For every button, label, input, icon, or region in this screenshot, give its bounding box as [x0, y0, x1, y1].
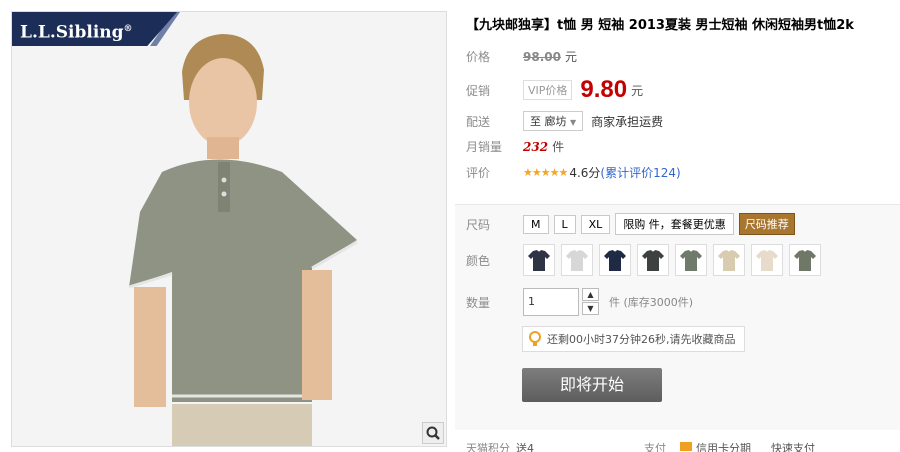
tshirt-icon — [604, 250, 626, 271]
size-option[interactable]: L — [553, 214, 576, 234]
price-row: 价格 98.00 元 — [466, 48, 577, 65]
size-option[interactable]: M — [523, 214, 549, 234]
lightbulb-icon — [529, 331, 541, 346]
tshirt-icon — [528, 250, 550, 271]
increment-icon[interactable]: ▲ — [582, 288, 599, 301]
buy-button[interactable]: 即将开始 — [522, 368, 662, 402]
quick-pay[interactable]: 快速支付 — [771, 440, 815, 452]
purchase-limit-note: 限购 件，套餐更优惠 — [615, 213, 734, 235]
color-swatch[interactable] — [637, 244, 669, 276]
tshirt-icon — [794, 250, 816, 271]
vip-price-tag: VIP价格 — [523, 80, 573, 100]
color-label: 颜色 — [466, 253, 491, 268]
shipping-row: 配送 至 廊坊 ▼ 商家承担运费 — [466, 111, 663, 131]
color-swatch-list — [523, 244, 827, 276]
size-chart-button[interactable]: 尺码推荐 — [738, 213, 795, 235]
pay-label: 支付 — [644, 442, 666, 452]
countdown-text: 还剩00小时37分钟26秒,请先收藏商品 — [547, 333, 736, 346]
size-row: 尺码 M L XL 限购 件，套餐更优惠 尺码推荐 — [466, 213, 795, 235]
stock-text: 件 (库存3000件) — [609, 296, 694, 309]
size-label: 尺码 — [466, 217, 491, 232]
color-swatch[interactable] — [751, 244, 783, 276]
promo-row: 促销 VIP价格 9.80 元 — [466, 76, 643, 104]
size-option[interactable]: XL — [580, 214, 611, 234]
price-label: 价格 — [466, 50, 491, 64]
sales-unit: 件 — [552, 140, 565, 154]
destination-select[interactable]: 至 廊坊 ▼ — [523, 111, 584, 131]
chevron-down-icon: ▼ — [570, 118, 577, 127]
sales-label: 月销量 — [466, 140, 503, 154]
shipping-label: 配送 — [466, 114, 491, 129]
countdown-row: 还剩00小时37分钟26秒,请先收藏商品 — [522, 326, 745, 352]
rating-stars: ★★★★★ — [523, 166, 568, 179]
quantity-label: 数量 — [466, 295, 491, 310]
promo-price: 9.80 — [580, 76, 628, 103]
promo-unit: 元 — [631, 83, 644, 98]
rating-score: 4.6分 — [569, 166, 601, 180]
points-value: 送4 — [516, 442, 534, 452]
color-swatch[interactable] — [675, 244, 707, 276]
rating-label: 评价 — [466, 166, 491, 180]
product-title: 【九块邮独享】t恤 男 短袖 2013夏装 男士短袖 休闲短袖男t恤2k — [466, 18, 854, 33]
price-unit: 元 — [564, 50, 577, 64]
quantity-input[interactable]: 1 — [523, 288, 579, 316]
destination-value: 至 廊坊 — [530, 115, 567, 128]
quantity-stepper[interactable]: ▲ ▼ — [582, 288, 599, 316]
tshirt-icon — [566, 250, 588, 271]
credit-card-icon — [680, 442, 692, 451]
color-swatch[interactable] — [713, 244, 745, 276]
color-swatch[interactable] — [789, 244, 821, 276]
footer-row: 天猫积分 送4 支付 信用卡分期 快速支付 — [466, 440, 815, 452]
color-swatch[interactable] — [561, 244, 593, 276]
pay-method[interactable]: 信用卡分期 — [696, 440, 751, 452]
tshirt-icon — [756, 250, 778, 271]
tshirt-icon — [680, 250, 702, 271]
magnifier-icon — [426, 426, 440, 440]
decrement-icon[interactable]: ▼ — [582, 302, 599, 315]
color-swatch[interactable] — [599, 244, 631, 276]
tshirt-icon — [642, 250, 664, 271]
original-price: 98.00 — [523, 49, 561, 64]
shipping-note: 商家承担运费 — [591, 114, 664, 129]
color-swatch[interactable] — [523, 244, 555, 276]
product-image-panel[interactable]: L.L.Sibling® — [11, 11, 447, 447]
points-label: 天猫积分 — [466, 442, 510, 452]
product-photo — [128, 34, 358, 446]
review-count-link[interactable]: (累计评价124) — [600, 164, 680, 181]
sales-count: 232 — [523, 139, 549, 154]
color-row: 颜色 — [466, 244, 827, 276]
tshirt-icon — [718, 250, 740, 271]
zoom-button[interactable] — [422, 422, 444, 444]
quantity-row: 数量 1 ▲ ▼ 件 (库存3000件) — [466, 288, 693, 316]
countdown-notice: 还剩00小时37分钟26秒,请先收藏商品 — [522, 326, 745, 352]
rating-row: 评价 ★★★★★ 4.6分 (累计评价124) — [466, 164, 681, 181]
sales-row: 月销量 232 件 — [466, 138, 564, 155]
promo-label: 促销 — [466, 83, 491, 98]
